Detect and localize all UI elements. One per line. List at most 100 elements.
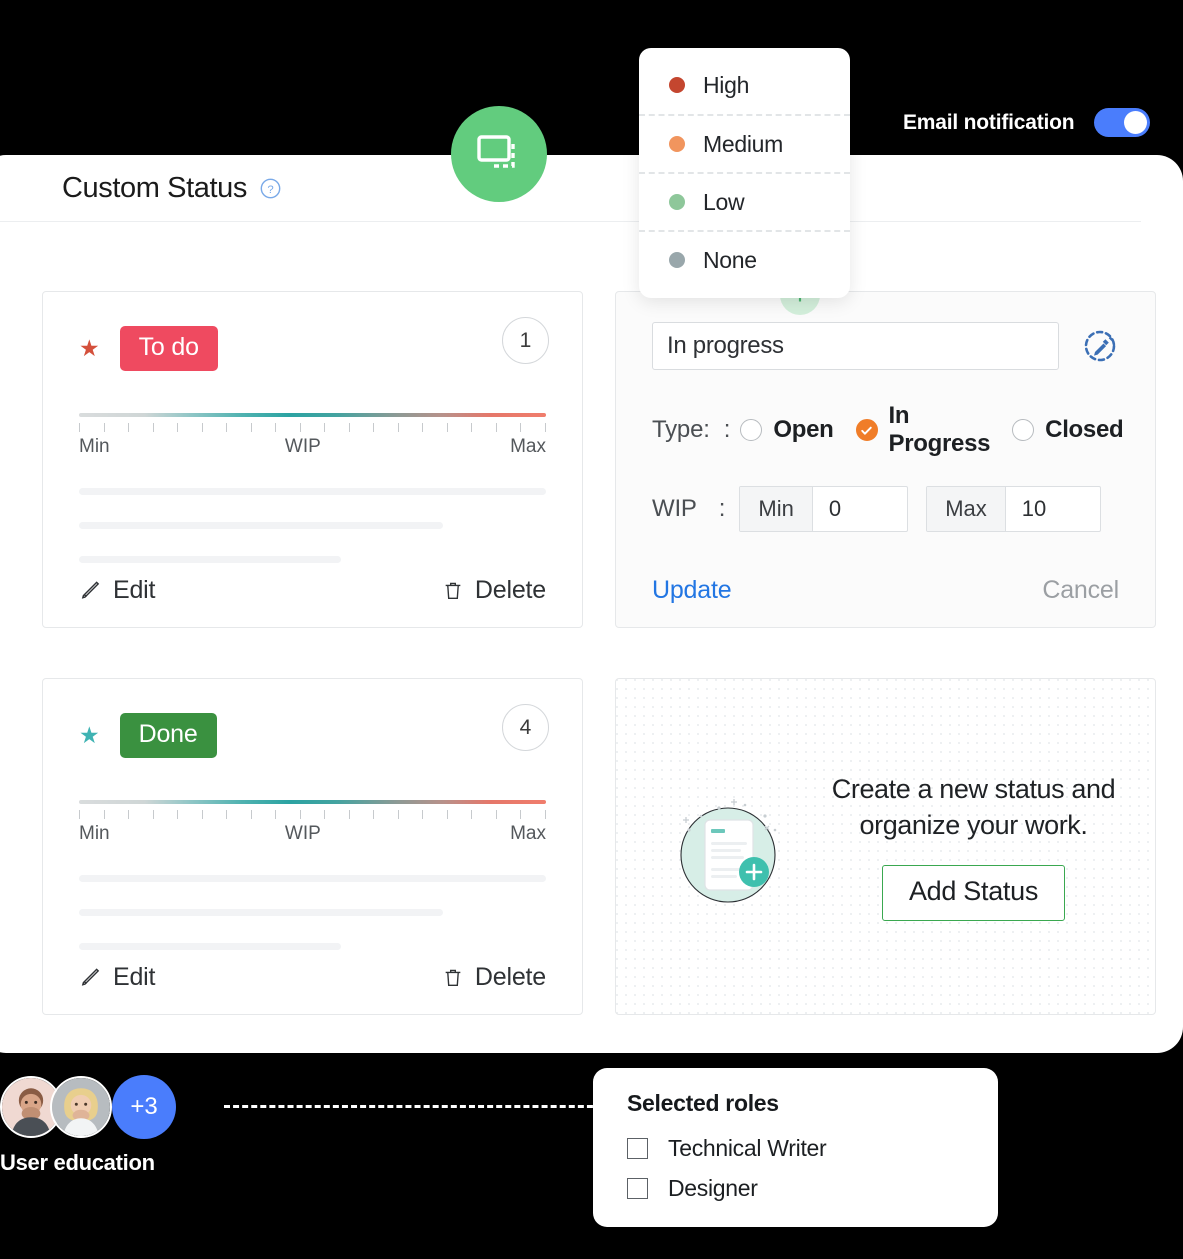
tick-mark: [397, 810, 399, 819]
cancel-button[interactable]: Cancel: [1042, 576, 1119, 605]
tick-mark: [177, 423, 179, 432]
edit-form-actions: Update Cancel: [652, 576, 1119, 605]
tick-mark: [250, 423, 252, 432]
priority-dot-icon: [669, 194, 685, 210]
status-card-header: ★ Done: [79, 713, 546, 758]
axis-label-wip: WIP: [284, 436, 321, 457]
tick-mark: [471, 810, 473, 819]
tick-mark: [103, 810, 105, 819]
tick-mark: [299, 423, 301, 432]
avatar-user-2[interactable]: [50, 1076, 112, 1138]
axis-label-max: Max: [510, 436, 546, 457]
delete-button[interactable]: Delete: [442, 963, 546, 992]
email-notification-toggle[interactable]: [1094, 108, 1151, 137]
wip-min-value[interactable]: 0: [813, 487, 907, 531]
tick-mark: [446, 810, 448, 819]
status-badge[interactable]: Done: [119, 713, 217, 758]
radio-option-in-progress[interactable]: In Progress: [855, 402, 990, 458]
status-card-todo: ★ To do 1 Min WIP Max Edit Delete: [42, 291, 583, 628]
status-card-header: ★ To do: [79, 326, 546, 371]
new-document-illustration: [653, 772, 803, 922]
wip-axis-labels: Min WIP Max: [79, 436, 546, 458]
radio-checked-icon[interactable]: [855, 419, 878, 441]
status-card-actions: Edit Delete: [79, 963, 546, 992]
priority-option-none[interactable]: None: [639, 230, 850, 288]
wip-min-tag: Min: [740, 487, 813, 531]
tick-mark: [79, 810, 80, 819]
placeholder-line: [79, 909, 444, 916]
help-circle-icon[interactable]: ?: [260, 178, 281, 199]
eyedropper-icon[interactable]: [1081, 327, 1119, 365]
priority-option-medium[interactable]: Medium: [639, 114, 850, 172]
wip-max-tag: Max: [927, 487, 1006, 531]
priority-dot-icon: [669, 136, 685, 152]
update-button[interactable]: Update: [652, 576, 732, 605]
tick-mark: [373, 810, 375, 819]
avatar-overflow-count[interactable]: +3: [112, 1075, 176, 1139]
tick-mark: [299, 810, 301, 819]
add-status-button[interactable]: Add Status: [881, 865, 1066, 922]
radio-label: Closed: [1045, 416, 1124, 443]
checkbox-icon[interactable]: [627, 1138, 648, 1159]
wip-colon: :: [718, 495, 726, 522]
wip-max-field[interactable]: Max 10: [926, 486, 1101, 532]
priority-dropdown-menu: High Medium Low None: [639, 48, 850, 298]
checkbox-icon[interactable]: [627, 1178, 648, 1199]
placeholder-line: [79, 522, 444, 529]
star-icon[interactable]: ★: [79, 724, 100, 747]
tick-mark: [201, 423, 203, 432]
radio-circle-icon[interactable]: [740, 419, 763, 441]
wip-max-value[interactable]: 10: [1006, 487, 1100, 531]
wip-label: WIP: [652, 495, 697, 522]
placeholder-line: [79, 556, 341, 563]
placeholder-line: [79, 488, 546, 495]
radio-option-closed[interactable]: Closed: [1012, 416, 1124, 444]
svg-text:?: ?: [267, 183, 273, 195]
role-label: Technical Writer: [668, 1135, 827, 1161]
tick-mark: [152, 423, 154, 432]
priority-option-high[interactable]: High: [639, 56, 850, 114]
wip-gauge: Min WIP Max: [79, 800, 546, 845]
tick-mark: [544, 423, 546, 432]
tick-mark: [495, 810, 497, 819]
toggle-knob: [1124, 111, 1148, 134]
type-colon: :: [723, 416, 731, 443]
pencil-icon: [81, 581, 100, 599]
user-education-caption: User education: [0, 1150, 155, 1175]
trash-icon: [445, 969, 461, 986]
role-option-technical-writer[interactable]: Technical Writer: [627, 1135, 998, 1162]
tick-mark: [226, 423, 228, 432]
wip-min-field[interactable]: Min 0: [739, 486, 909, 532]
status-type-row: Type: : Open In Progress Closed: [652, 402, 1124, 458]
star-icon[interactable]: ★: [79, 337, 100, 360]
radio-circle-icon[interactable]: [1012, 419, 1035, 441]
trash-icon: [445, 582, 461, 599]
tick-mark: [324, 810, 326, 819]
selected-roles-title: Selected roles: [627, 1090, 779, 1116]
axis-label-min: Min: [79, 436, 110, 457]
radio-option-open[interactable]: Open: [740, 416, 834, 444]
tick-mark: [373, 423, 375, 432]
priority-label: Low: [703, 188, 745, 215]
tick-mark: [520, 810, 522, 819]
priority-dot-icon: [669, 77, 685, 93]
tick-mark: [128, 810, 130, 819]
email-notification-label: Email notification: [903, 110, 1075, 134]
duplicate-window-icon-badge[interactable]: [451, 106, 547, 202]
empty-state-text: Create a new status and organize your wo…: [831, 773, 1116, 840]
priority-label: None: [703, 246, 757, 273]
tick-mark: [128, 423, 130, 432]
status-badge[interactable]: To do: [119, 326, 218, 371]
tick-mark: [471, 423, 473, 432]
role-option-designer[interactable]: Designer: [627, 1175, 998, 1202]
edit-button[interactable]: Edit: [79, 963, 155, 992]
priority-option-low[interactable]: Low: [639, 172, 850, 230]
status-card-done: ★ Done 4 Min WIP Max Edit Delete: [42, 678, 583, 1015]
edit-button[interactable]: Edit: [79, 576, 155, 605]
status-count-badge: 4: [502, 704, 549, 751]
wip-axis-labels: Min WIP Max: [79, 823, 546, 845]
type-label: Type:: [652, 416, 710, 443]
role-label: Designer: [668, 1175, 758, 1201]
delete-button[interactable]: Delete: [442, 576, 546, 605]
status-name-input[interactable]: [652, 322, 1059, 370]
